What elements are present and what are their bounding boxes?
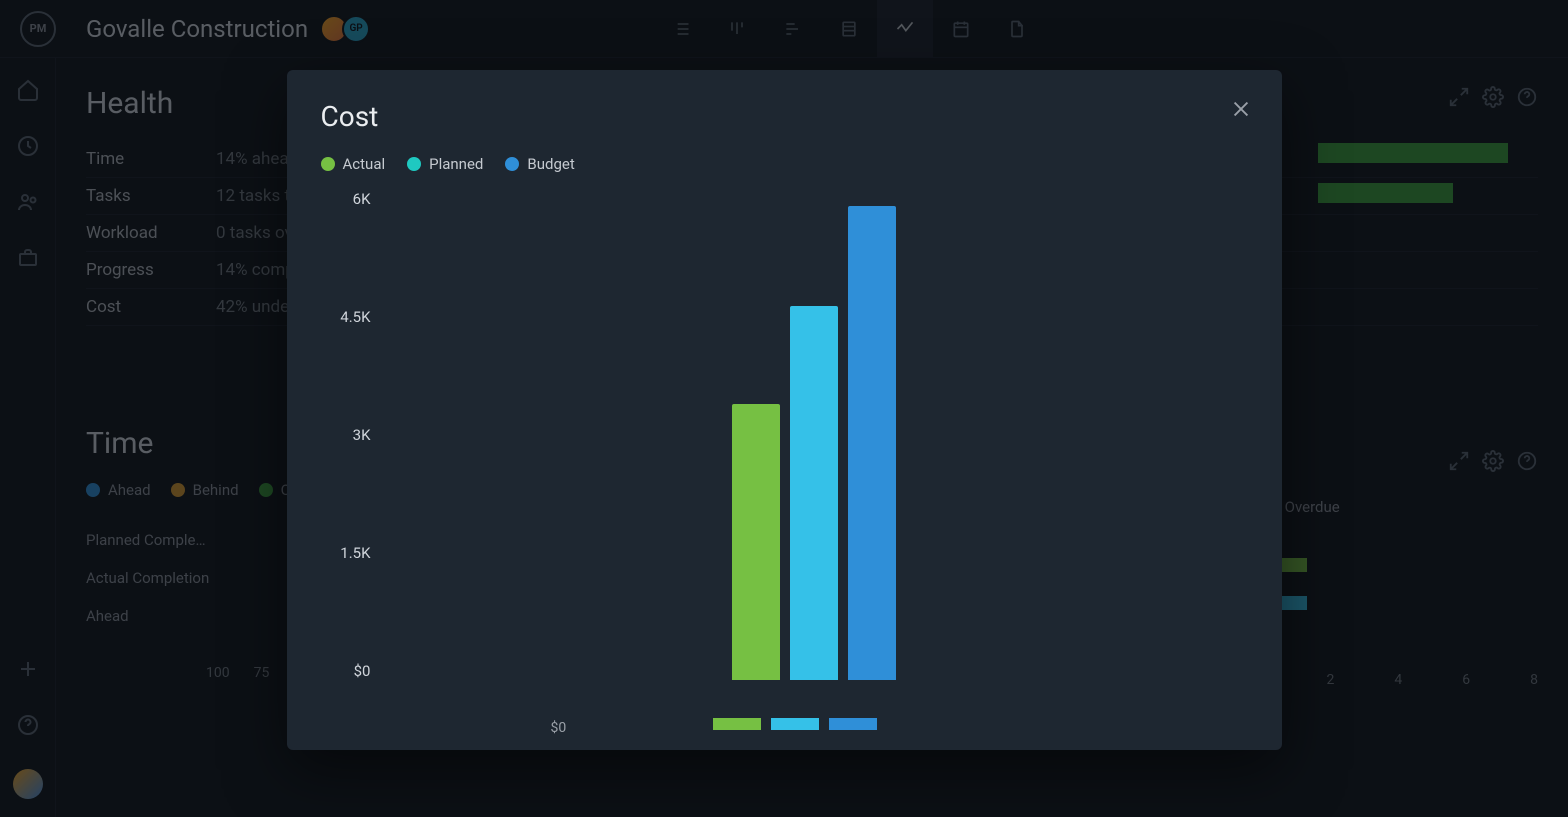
y-tick: 1.5K — [321, 544, 371, 562]
mini-bar — [771, 718, 819, 730]
y-tick: 6K — [321, 190, 371, 208]
modal-legend: Actual Planned Budget — [321, 155, 1248, 173]
cost-modal: Cost Actual Planned Budget 6K 4.5K 3K 1.5K $0 … — [287, 70, 1282, 750]
legend-label: Budget — [527, 155, 574, 173]
legend-dot — [505, 157, 519, 171]
modal-title: Cost — [321, 100, 1248, 133]
legend-dot — [321, 157, 335, 171]
bar-budget — [848, 206, 896, 680]
legend-item: Actual — [321, 155, 386, 173]
y-axis-ticks: 6K 4.5K 3K 1.5K $0 — [321, 190, 371, 680]
under-chart-x-label: $0 — [551, 720, 567, 736]
close-icon[interactable] — [1230, 98, 1252, 124]
chart-plot — [381, 198, 1248, 680]
legend-item: Budget — [505, 155, 574, 173]
y-tick: $0 — [321, 662, 371, 680]
legend-label: Actual — [343, 155, 386, 173]
y-tick: 3K — [321, 426, 371, 444]
mini-bar — [713, 718, 761, 730]
bar-planned — [790, 306, 838, 680]
y-tick: 4.5K — [321, 308, 371, 326]
bar-actual — [732, 404, 780, 680]
modal-overlay[interactable]: Cost Actual Planned Budget 6K 4.5K 3K 1.5K $0 … — [0, 0, 1568, 817]
under-chart-minibars — [713, 718, 877, 730]
legend-item: Planned — [407, 155, 483, 173]
legend-dot — [407, 157, 421, 171]
mini-bar — [829, 718, 877, 730]
legend-label: Planned — [429, 155, 483, 173]
cost-chart: 6K 4.5K 3K 1.5K $0 $0 — [321, 190, 1248, 710]
